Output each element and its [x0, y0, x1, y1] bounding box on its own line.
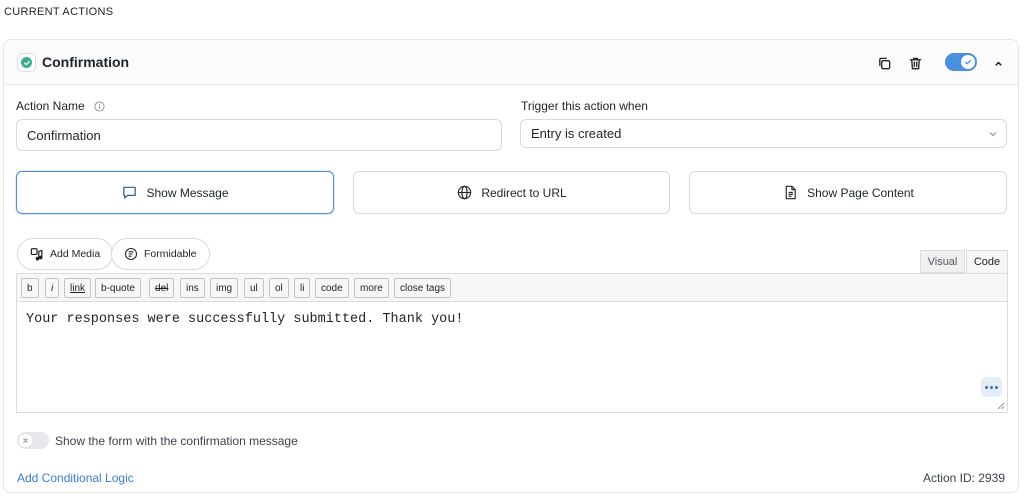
quicktag-ol-button[interactable]: ol: [269, 278, 289, 298]
quicktag-more-button[interactable]: more: [354, 278, 389, 298]
type-show-page-content-button[interactable]: Show Page Content: [689, 171, 1007, 214]
trigger-select[interactable]: Entry is created: [520, 119, 1007, 148]
tab-code[interactable]: Code: [966, 250, 1008, 273]
media-icon: [30, 248, 43, 261]
action-title: Confirmation: [42, 54, 130, 70]
speech-bubble-icon: [123, 186, 137, 199]
type-show-message-label: Show Message: [146, 185, 229, 200]
trigger-select-value: Entry is created: [531, 126, 622, 141]
action-name-label: Action Name: [16, 99, 105, 113]
tab-visual[interactable]: Visual: [920, 250, 965, 273]
formidable-icon: [124, 247, 138, 261]
quicktag-li-button[interactable]: li: [294, 278, 311, 298]
document-icon: [785, 185, 796, 200]
add-media-button[interactable]: Add Media: [17, 238, 114, 270]
check-circle-icon: [21, 57, 32, 68]
quicktag-img-button[interactable]: img: [210, 278, 239, 298]
resize-grip-icon[interactable]: [997, 402, 1005, 410]
type-show-message-button[interactable]: Show Message: [16, 171, 334, 214]
quicktag-del-button[interactable]: del: [149, 278, 175, 298]
add-media-label: Add Media: [50, 248, 101, 260]
trash-icon[interactable]: [906, 54, 924, 72]
message-editor[interactable]: Your responses were successfully submitt…: [16, 301, 1008, 413]
action-name-label-text: Action Name: [16, 99, 85, 113]
quicktag-close-tags-button[interactable]: close tags: [394, 278, 452, 298]
more-options-icon[interactable]: [981, 377, 1002, 397]
info-icon[interactable]: [94, 101, 105, 112]
action-card: Confirmation Action Name Trigger this ac…: [3, 39, 1019, 493]
chevron-down-icon: [989, 132, 997, 137]
action-id: Action ID: 2939: [922, 471, 1005, 485]
trigger-label: Trigger this action when: [521, 99, 648, 113]
formidable-label: Formidable: [144, 248, 197, 260]
quicktags-toolbar: b i link b-quote del ins img ul ol li co…: [16, 273, 1008, 302]
check-icon: [961, 55, 975, 69]
type-show-page-content-label: Show Page Content: [807, 185, 914, 200]
type-redirect-url-button[interactable]: Redirect to URL: [353, 171, 670, 214]
quicktag-ul-button[interactable]: ul: [244, 278, 264, 298]
action-enabled-toggle[interactable]: [945, 53, 977, 71]
duplicate-icon[interactable]: [875, 54, 893, 72]
status-indicator: [17, 53, 36, 72]
formidable-button[interactable]: Formidable: [111, 238, 210, 270]
show-form-label: Show the form with the confirmation mess…: [55, 434, 298, 448]
x-icon: [19, 434, 32, 447]
chevron-up-icon[interactable]: [989, 54, 1007, 72]
quicktag-bquote-button[interactable]: b-quote: [95, 278, 141, 298]
quicktag-code-button[interactable]: code: [315, 278, 349, 298]
quicktag-bold-button[interactable]: b: [21, 278, 39, 298]
action-card-header[interactable]: Confirmation: [4, 40, 1018, 85]
section-title: CURRENT ACTIONS: [4, 6, 114, 18]
globe-icon: [458, 185, 472, 200]
show-form-toggle[interactable]: [17, 432, 49, 449]
quicktag-link-button[interactable]: link: [64, 278, 92, 298]
type-redirect-url-label: Redirect to URL: [481, 185, 567, 200]
add-conditional-logic-link[interactable]: Add Conditional Logic: [17, 471, 134, 485]
quicktag-ins-button[interactable]: ins: [180, 278, 205, 298]
quicktag-italic-button[interactable]: i: [45, 278, 60, 298]
action-name-input[interactable]: [16, 119, 502, 151]
